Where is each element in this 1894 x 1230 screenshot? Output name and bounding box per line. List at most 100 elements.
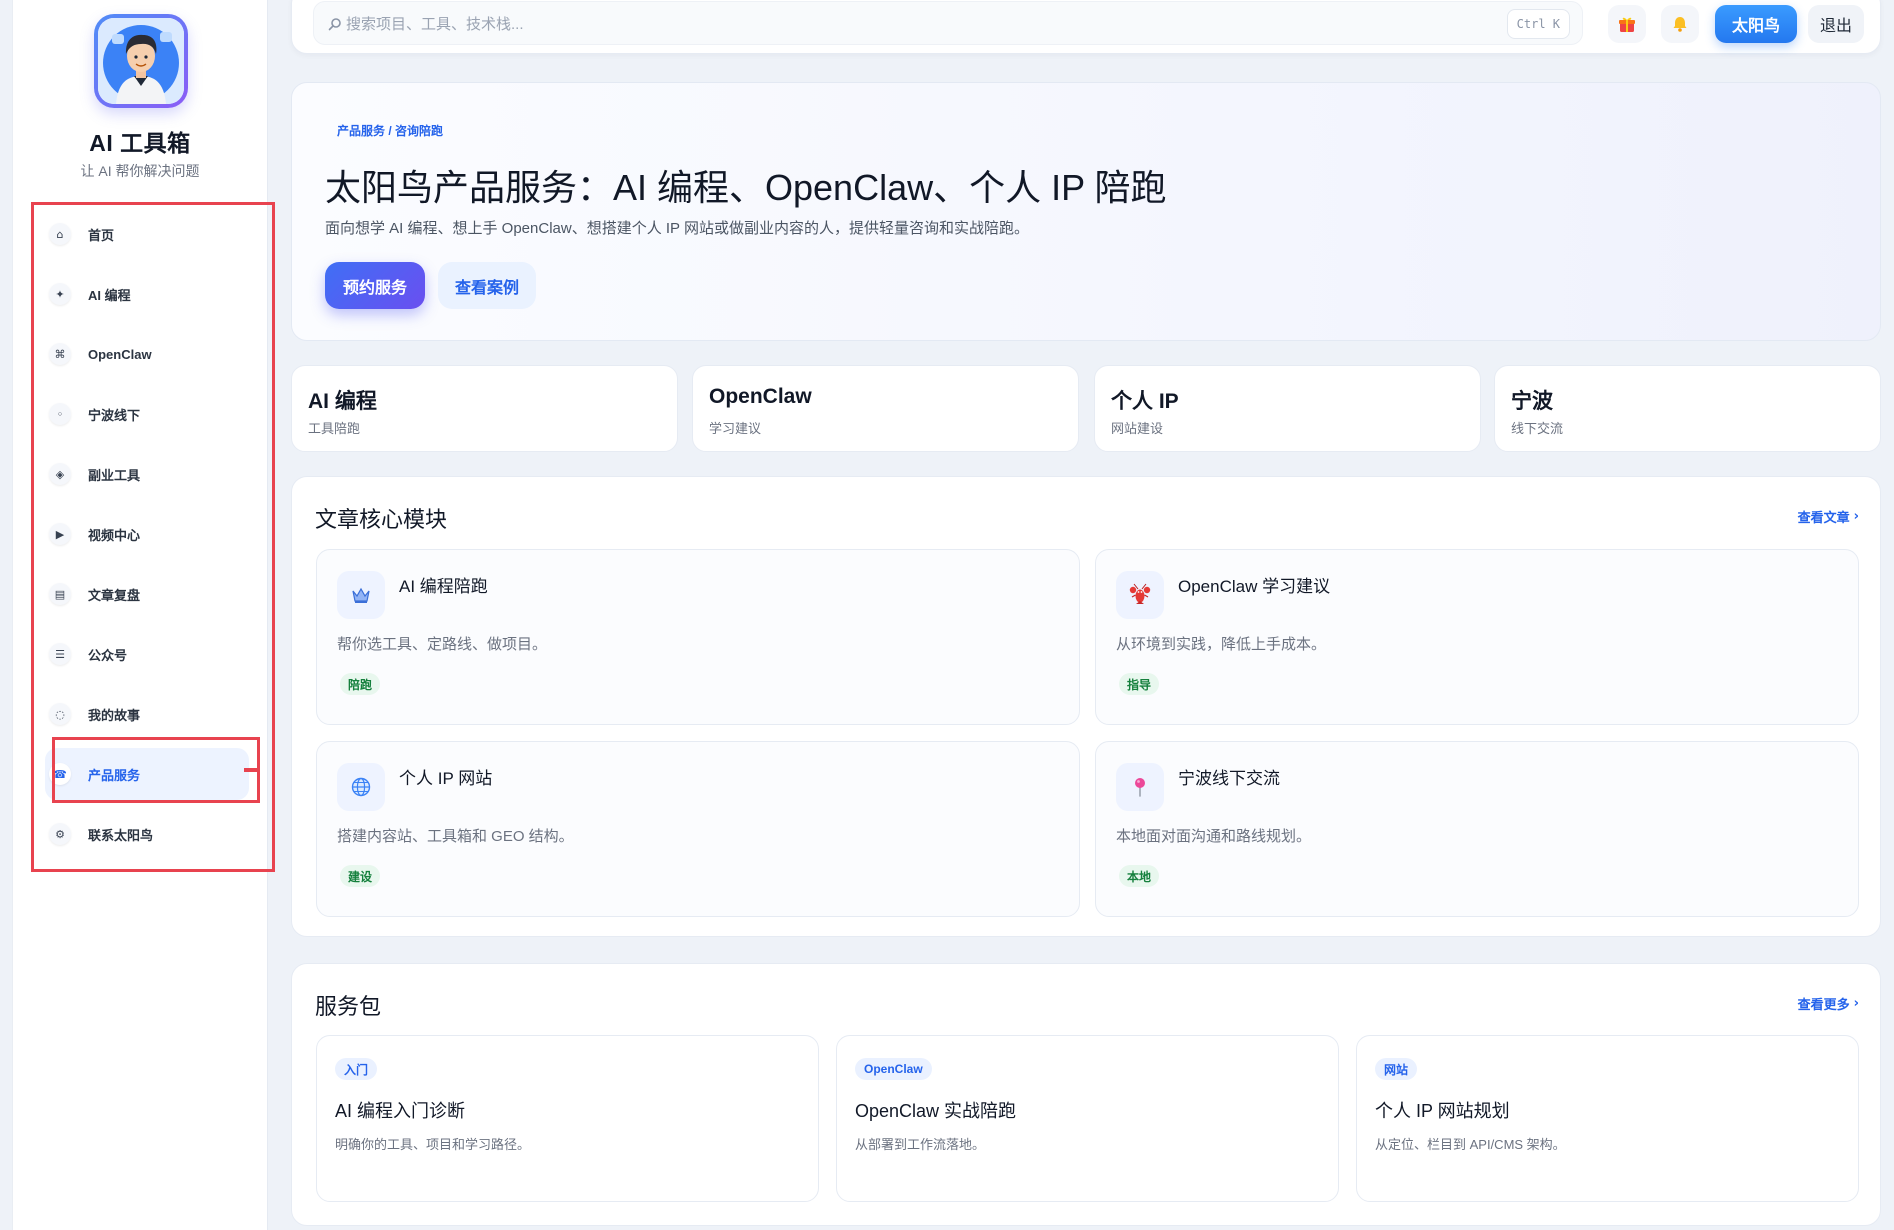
brand-subtitle: 让 AI 帮你解决问题	[80, 163, 200, 179]
service-tag: 网站	[1375, 1058, 1418, 1080]
card-tag: 陪跑	[340, 673, 381, 695]
service-description: 从定位、栏目到 API/CMS 架构。	[1375, 1137, 1566, 1152]
stat-title: OpenClaw	[709, 385, 812, 408]
card-tag: 建设	[340, 865, 381, 887]
service-tag: 入门	[335, 1058, 378, 1080]
stat-subtitle: 线下交流	[1511, 421, 1564, 436]
topbar: Ctrl K 太阳鸟 退出	[291, 0, 1881, 54]
stat-subtitle: 工具陪跑	[308, 421, 361, 436]
lobster-icon	[1129, 583, 1151, 604]
notification-button[interactable]	[1661, 5, 1699, 43]
service-title: OpenClaw 实战陪跑	[855, 1101, 1017, 1121]
diamond-icon: ◈	[49, 463, 71, 485]
card-description: 本地面对面沟通和路线规划。	[1116, 828, 1312, 845]
search-input[interactable]	[346, 10, 1446, 38]
sidebar-item-my-story[interactable]: ◌ 我的故事	[45, 688, 249, 740]
view-articles-link[interactable]: 查看文章 ›	[1798, 507, 1859, 526]
sidebar-item-official-account[interactable]: ☰ 公众号	[45, 628, 249, 680]
search-bar[interactable]: Ctrl K	[313, 1, 1583, 45]
sidebar-item-label: OpenClaw	[88, 346, 152, 362]
brand-title: AI 工具箱	[89, 130, 191, 156]
stat-card[interactable]: OpenClaw 学习建议	[692, 365, 1079, 452]
card-title: OpenClaw 学习建议	[1178, 577, 1331, 596]
stat-title: AI 编程	[308, 390, 377, 413]
sidebar-item-home[interactable]: ⌂ 首页	[45, 208, 249, 260]
service-description: 从部署到工作流落地。	[855, 1137, 986, 1152]
card-title: 宁波线下交流	[1178, 769, 1280, 788]
sidebar-item-label: 宁波线下	[88, 407, 141, 423]
article-card[interactable]: 宁波线下交流 本地面对面沟通和路线规划。 本地	[1095, 741, 1859, 917]
stat-card[interactable]: 宁波 线下交流	[1494, 365, 1881, 452]
bell-icon	[1673, 17, 1687, 32]
sidebar-item-ai-coding[interactable]: ✦ AI 编程	[45, 268, 249, 320]
annotation-marker	[244, 768, 257, 772]
document-icon: ▤	[49, 583, 71, 605]
services-section: 服务包 查看更多 › 入门 AI 编程入门诊断 明确你的工具、项目和学习路径。 …	[291, 963, 1881, 1226]
sidebar-item-label: 视频中心	[88, 527, 141, 543]
card-icon-box	[337, 763, 385, 811]
breadcrumb[interactable]: 产品服务 / 咨询陪跑	[325, 119, 455, 141]
sparkle-icon: ✦	[49, 283, 71, 305]
home-icon: ⌂	[49, 223, 71, 245]
sidebar-item-label: 产品服务	[88, 767, 141, 783]
article-card[interactable]: OpenClaw 学习建议 从环境到实践，降低上手成本。 指导	[1095, 549, 1859, 725]
service-tag: OpenClaw	[855, 1058, 932, 1080]
section-heading: 文章核心模块	[315, 507, 448, 532]
sidebar-item-ningbo-offline[interactable]: ◦ 宁波线下	[45, 388, 249, 440]
section-heading: 服务包	[315, 994, 382, 1019]
service-card[interactable]: 入门 AI 编程入门诊断 明确你的工具、项目和学习路径。	[316, 1035, 819, 1202]
sidebar-item-label: 副业工具	[88, 467, 141, 483]
articles-section: 文章核心模块 查看文章 › AI 编程陪跑 帮你选工具、定路线、做项目。 陪跑	[291, 476, 1881, 937]
view-cases-button[interactable]: 查看案例	[438, 262, 536, 309]
service-card[interactable]: OpenClaw OpenClaw 实战陪跑 从部署到工作流落地。	[836, 1035, 1339, 1202]
card-icon-box	[337, 571, 385, 619]
stat-title: 个人 IP	[1111, 390, 1179, 413]
user-button[interactable]: 太阳鸟	[1715, 5, 1797, 43]
pin-icon	[1135, 778, 1145, 797]
stat-card[interactable]: AI 编程 工具陪跑	[291, 365, 678, 452]
sidebar-item-label: 公众号	[88, 647, 128, 663]
stat-subtitle: 学习建议	[709, 421, 762, 436]
sidebar-item-side-tools[interactable]: ◈ 副业工具	[45, 448, 249, 500]
gear-icon: ⚙	[49, 823, 71, 845]
book-service-button[interactable]: 预约服务	[325, 262, 425, 309]
globe-icon	[351, 777, 371, 797]
command-icon: ⌘	[49, 343, 71, 365]
article-card[interactable]: AI 编程陪跑 帮你选工具、定路线、做项目。 陪跑	[316, 549, 1080, 725]
menu-icon: ☰	[49, 643, 71, 665]
avatar-icon	[98, 18, 184, 104]
link-label: 查看文章	[1797, 510, 1850, 525]
crown-icon	[352, 587, 370, 603]
gift-icon	[1619, 17, 1635, 32]
stat-card[interactable]: 个人 IP 网站建设	[1094, 365, 1481, 452]
sidebar-nav: ⌂ 首页 ✦ AI 编程 ⌘ OpenClaw ◦ 宁波线下 ◈ 副业工具 ▶ …	[45, 208, 249, 868]
service-card[interactable]: 网站 个人 IP 网站规划 从定位、栏目到 API/CMS 架构。	[1356, 1035, 1859, 1202]
gift-button[interactable]	[1608, 5, 1646, 43]
sidebar-item-label: 我的故事	[88, 707, 141, 723]
dot-icon: ◦	[49, 403, 71, 425]
card-description: 帮你选工具、定路线、做项目。	[337, 636, 548, 653]
card-title: AI 编程陪跑	[399, 577, 488, 596]
logout-button[interactable]: 退出	[1808, 5, 1864, 43]
sidebar: AI 工具箱 让 AI 帮你解决问题 ⌂ 首页 ✦ AI 编程 ⌘ OpenCl…	[12, 0, 268, 1230]
sidebar-item-contact[interactable]: ⚙ 联系太阳鸟	[45, 808, 249, 860]
brand-logo[interactable]	[94, 14, 188, 108]
chevron-right-icon: ›	[1853, 509, 1859, 524]
sidebar-item-label: 首页	[88, 227, 115, 243]
service-icon: ☎	[49, 763, 71, 785]
view-more-link[interactable]: 查看更多 ›	[1798, 994, 1859, 1013]
article-card[interactable]: 个人 IP 网站 搭建内容站、工具箱和 GEO 结构。 建设	[316, 741, 1080, 917]
sidebar-item-product-services[interactable]: ☎ 产品服务	[45, 748, 249, 800]
card-description: 从环境到实践，降低上手成本。	[1116, 636, 1327, 653]
sidebar-item-video-center[interactable]: ▶ 视频中心	[45, 508, 249, 560]
card-description: 搭建内容站、工具箱和 GEO 结构。	[337, 828, 574, 845]
search-icon	[328, 18, 341, 31]
sidebar-item-label: 文章复盘	[88, 587, 141, 603]
shortcut-badge: Ctrl K	[1506, 9, 1570, 39]
page-description: 面向想学 AI 编程、想上手 OpenClaw、想搭建个人 IP 网站或做副业内…	[325, 220, 1029, 237]
service-title: 个人 IP 网站规划	[1375, 1101, 1510, 1121]
card-icon-box	[1116, 571, 1164, 619]
sidebar-item-label: 联系太阳鸟	[88, 827, 154, 843]
sidebar-item-article-review[interactable]: ▤ 文章复盘	[45, 568, 249, 620]
sidebar-item-openclaw[interactable]: ⌘ OpenClaw	[45, 328, 249, 380]
